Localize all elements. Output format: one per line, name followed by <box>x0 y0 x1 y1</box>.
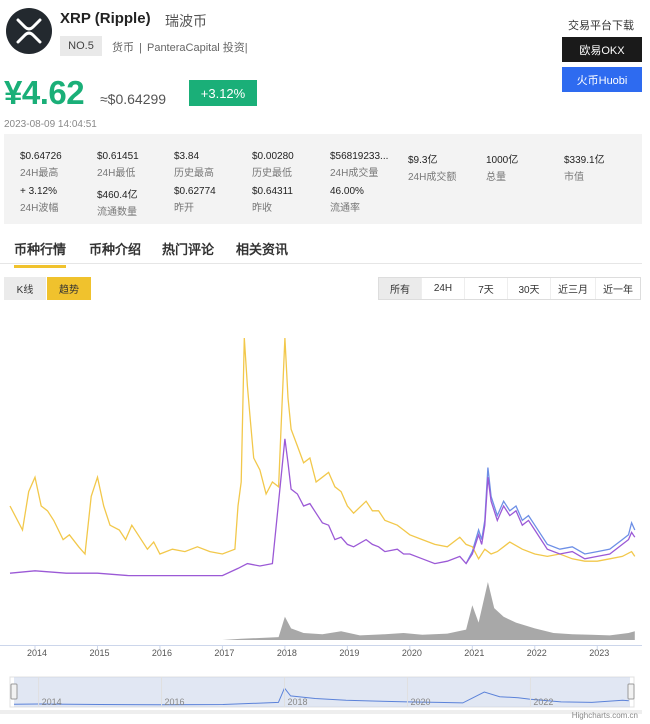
x-tick-label: 2021 <box>464 648 484 658</box>
series-line-2 <box>465 467 636 564</box>
content-tabs: 币种行情 币种介绍 热门评论 相关资讯 <box>0 230 642 268</box>
volume-bars <box>222 582 635 640</box>
x-tick-label: 2017 <box>214 648 234 658</box>
huobi-download-button[interactable]: 火币Huobi <box>562 67 642 92</box>
stat-24h-turnover: $9.3亿 24H成交额 <box>408 155 457 183</box>
exchange-download-title: 交易平台下载 <box>568 20 634 32</box>
coin-name: XRP (Ripple) <box>60 10 151 27</box>
x-tick-label: 2019 <box>339 648 359 658</box>
series-lines <box>9 337 636 577</box>
stat-market-cap: $339.1亿 市值 <box>564 155 605 183</box>
stat-circulating: $460.4亿 流通数量 <box>97 190 138 218</box>
navigator[interactable]: 2014 2016 2018 2020 2022 <box>9 676 635 708</box>
x-tick-label: 2015 <box>89 648 109 658</box>
price-cny: ¥4.62 <box>4 74 85 111</box>
series-line-0 <box>9 337 636 562</box>
tab-intro[interactable]: 币种介绍 <box>89 239 141 258</box>
tab-market[interactable]: 币种行情 <box>14 239 67 268</box>
price-timestamp: 2023-08-09 14:04:51 <box>4 119 97 130</box>
range-24h-button[interactable]: 24H <box>422 278 465 299</box>
stat-total-supply: 1000亿 总量 <box>486 155 519 183</box>
tag-separator: | <box>139 42 142 54</box>
navigator-label: 2016 <box>165 697 185 707</box>
stat-prev-open: $0.62774 昨开 <box>174 186 216 214</box>
stat-24h-low: $0.61451 24H最低 <box>97 151 139 179</box>
stat-atl: $0.00280 历史最低 <box>252 151 294 179</box>
coin-tags: 货币 | PanteraCapital 投资| <box>112 39 250 55</box>
navigator-handle-right[interactable] <box>627 683 635 700</box>
range-1y-button[interactable]: 近一年 <box>596 278 640 299</box>
change-badge: +3.12% <box>189 80 257 106</box>
stat-ath: $3.84 历史最高 <box>174 151 214 179</box>
volume-area <box>222 582 635 640</box>
okx-download-button[interactable]: 欧易OKX <box>562 37 642 62</box>
xrp-logo-icon <box>6 8 52 54</box>
price-usd: ≈$0.64299 <box>100 91 167 107</box>
stat-circulation-rate: 46.00% 流通率 <box>330 186 364 214</box>
stat-24h-high: $0.64726 24H最高 <box>20 151 62 179</box>
stat-24h-volume: $56819233... 24H成交量 <box>330 151 389 179</box>
navigator-label: 2018 <box>287 697 307 707</box>
trend-button[interactable]: 趋势 <box>47 277 91 300</box>
coin-name-cn: 瑞波币 <box>165 13 207 29</box>
range-7d-button[interactable]: 7天 <box>465 278 508 299</box>
stat-24h-range: + 3.12% 24H波幅 <box>20 186 59 214</box>
price-chart[interactable]: 2014 2015 2016 2017 2018 2019 2020 2021 2022 2023… <box>0 300 650 724</box>
range-all-button[interactable]: 所有 <box>379 278 422 299</box>
x-tick-label: 2016 <box>152 648 172 658</box>
tag-currency[interactable]: 货币 <box>112 42 134 54</box>
stat-prev-close: $0.64311 昨收 <box>252 186 293 214</box>
x-tick-label: 2014 <box>27 648 47 658</box>
tab-news[interactable]: 相关资讯 <box>236 239 288 258</box>
navigator-label: 2020 <box>410 697 430 707</box>
navigator-label: 2022 <box>533 697 553 707</box>
x-tick-label: 2022 <box>527 648 547 658</box>
scrollbar-track[interactable] <box>0 710 642 714</box>
x-tick-label: 2018 <box>277 648 297 658</box>
tag-pantera[interactable]: PanteraCapital 投资| <box>147 42 248 54</box>
chart-credits: Highcharts.com.cn <box>572 711 638 720</box>
navigator-handle-left[interactable] <box>10 683 18 700</box>
navigator-label: 2014 <box>42 697 62 707</box>
kline-button[interactable]: K线 <box>4 277 46 300</box>
time-range-selector: 所有 24H 7天 30天 近三月 近一年 <box>378 277 641 300</box>
tab-comments[interactable]: 热门评论 <box>162 239 214 258</box>
x-tick-label: 2020 <box>402 648 422 658</box>
x-tick-label: 2023 <box>589 648 609 658</box>
range-3m-button[interactable]: 近三月 <box>551 278 596 299</box>
rank-badge: NO.5 <box>60 36 102 56</box>
stats-panel: $0.64726 24H最高 $0.61451 24H最低 $3.84 历史最高 $0… <box>4 134 642 224</box>
range-30d-button[interactable]: 30天 <box>508 278 551 299</box>
x-axis: 2014 2015 2016 2017 2018 2019 2020 2021 2022 2023 <box>27 645 609 658</box>
